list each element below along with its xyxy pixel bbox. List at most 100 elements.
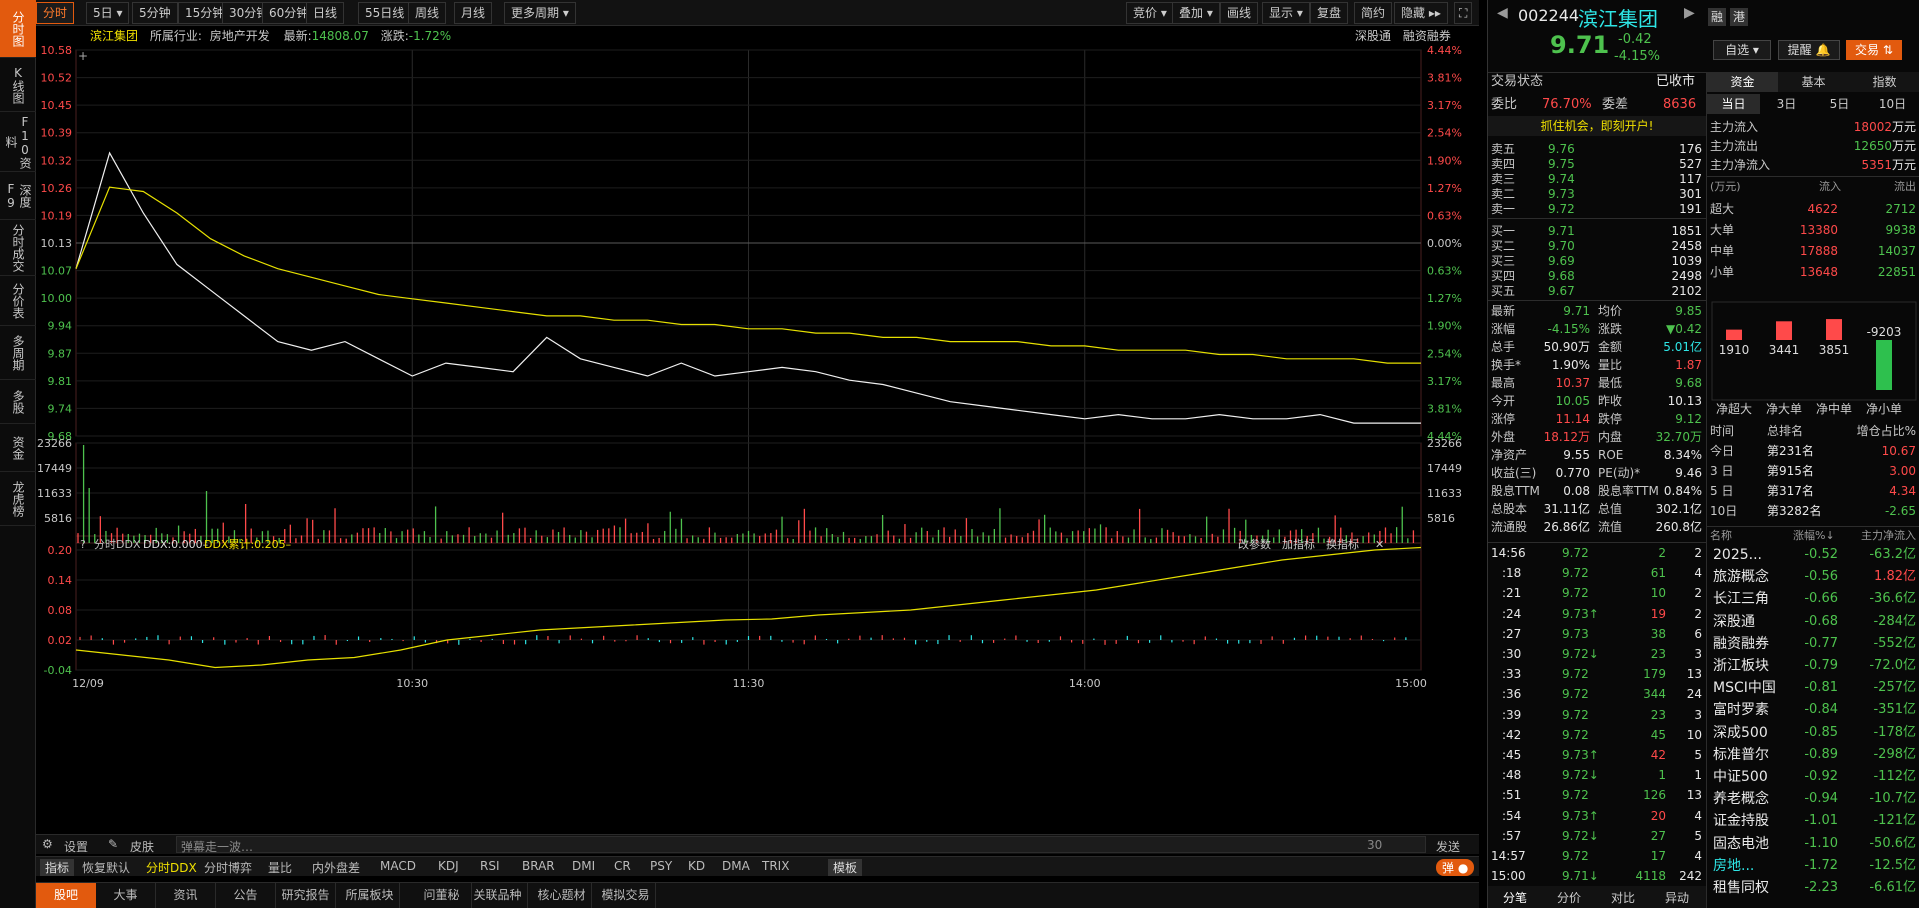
indicator-13[interactable]: KD bbox=[688, 859, 705, 873]
sector-name[interactable]: 标准普尔 bbox=[1713, 746, 1769, 764]
indicator-7[interactable]: KDJ bbox=[438, 859, 459, 873]
indicator-6[interactable]: MACD bbox=[380, 859, 416, 873]
next-stock-icon[interactable]: ▶ bbox=[1684, 5, 1695, 21]
sector-name[interactable]: 深股通 bbox=[1713, 613, 1755, 631]
toolbar-right-6[interactable]: 隐藏 ▸▸ bbox=[1394, 2, 1448, 24]
ddx-btn-2[interactable]: 换指标 bbox=[1326, 537, 1359, 551]
fund-period-0[interactable]: 当日 bbox=[1707, 94, 1760, 114]
tick-tab-0[interactable]: 分笔 bbox=[1488, 889, 1542, 906]
fund-period-1[interactable]: 3日 bbox=[1760, 94, 1813, 114]
sector-header[interactable]: 名称 bbox=[1710, 527, 1732, 545]
gear-icon[interactable]: ⚙ bbox=[42, 837, 53, 851]
sidebar-item-5[interactable]: 分价表 bbox=[0, 276, 36, 326]
sector-name[interactable]: 旅游概念 bbox=[1713, 568, 1769, 586]
sidebar-item-7[interactable]: 多股 bbox=[0, 380, 36, 424]
ddx-btn-0[interactable]: 改参数 bbox=[1238, 537, 1271, 551]
indicator-16[interactable]: 模板 bbox=[828, 859, 863, 876]
indicator-9[interactable]: BRAR bbox=[522, 859, 555, 873]
open-account-ad[interactable]: 抓住机会，即刻开户! bbox=[1488, 116, 1706, 136]
fund-period-2[interactable]: 5日 bbox=[1813, 94, 1866, 114]
crosshair-plus-icon[interactable]: + bbox=[78, 49, 88, 63]
indicator-15[interactable]: TRIX bbox=[762, 859, 789, 873]
sector-name[interactable]: 中证500 bbox=[1713, 768, 1768, 786]
intraday-chart[interactable]: 10.58 4.44% 10.52 3.81% 10.45 3.17% 10.39 2.54%… bbox=[36, 44, 1479, 834]
period-tab-9[interactable]: 月线 bbox=[454, 2, 493, 24]
toolbar-right-2[interactable]: 画线 bbox=[1220, 2, 1259, 24]
sidebar-item-2[interactable]: F10资料 bbox=[0, 112, 36, 172]
industry-value[interactable]: 房地产开发 bbox=[210, 29, 270, 43]
sidebar-item-4[interactable]: 分时成交 bbox=[0, 220, 36, 276]
indicator-11[interactable]: CR bbox=[614, 859, 631, 873]
trade-button[interactable]: 交易 ⇅ bbox=[1846, 40, 1902, 60]
info-tab-2[interactable]: 资讯 bbox=[156, 883, 216, 908]
period-tab-10[interactable]: 更多周期 ▾ bbox=[504, 2, 576, 24]
sector-name[interactable]: 房地... bbox=[1713, 857, 1754, 875]
sidebar-item-9[interactable]: 龙虎榜 bbox=[0, 472, 36, 526]
add-favorite-button[interactable]: 自选 ▾ bbox=[1713, 40, 1771, 60]
info-tab-3[interactable]: 公告 bbox=[216, 883, 276, 908]
sector-name[interactable]: 融资融券 bbox=[1713, 635, 1769, 653]
sidebar-item-0[interactable]: 分时图 bbox=[0, 0, 36, 58]
sidebar-item-1[interactable]: K线图 bbox=[0, 58, 36, 112]
toolbar-right-3[interactable]: 显示 ▾ bbox=[1262, 2, 1310, 24]
skin-button[interactable]: 皮肤 bbox=[130, 838, 154, 855]
period-tab-1[interactable]: 5日 ▾ bbox=[86, 2, 130, 24]
fund-period-3[interactable]: 10日 bbox=[1866, 94, 1919, 114]
alert-button[interactable]: 提醒 🔔 bbox=[1778, 40, 1840, 60]
sector-header[interactable]: 涨幅%↓ bbox=[1793, 527, 1835, 545]
indicator-1[interactable]: 恢复默认 bbox=[82, 859, 130, 876]
indicator-0[interactable]: 指标 bbox=[40, 859, 75, 876]
danmu-toggle[interactable]: 弹 ● bbox=[1436, 859, 1475, 876]
period-tab-2[interactable]: 5分钟 bbox=[132, 2, 178, 24]
indicator-5[interactable]: 内外盘差 bbox=[312, 859, 360, 876]
fund-tab-1[interactable]: 基本 bbox=[1778, 72, 1849, 92]
prev-stock-icon[interactable]: ◀ bbox=[1497, 5, 1508, 21]
period-tab-6[interactable]: 日线 bbox=[306, 2, 345, 24]
ddx-help-icon[interactable]: ? bbox=[80, 538, 86, 551]
sector-name[interactable]: 租售同权 bbox=[1713, 879, 1769, 897]
tick-tab-3[interactable]: 异动 bbox=[1650, 889, 1704, 906]
sector-name[interactable]: 2025... bbox=[1713, 546, 1762, 564]
sector-name[interactable]: 浙江板块 bbox=[1713, 657, 1769, 675]
indicator-3[interactable]: 分时博弈 bbox=[204, 859, 252, 876]
period-tab-0[interactable]: 分时 bbox=[36, 2, 75, 24]
toolbar-right-5[interactable]: 简约 bbox=[1354, 2, 1393, 24]
sector-name[interactable]: 深成500 bbox=[1713, 724, 1768, 742]
indicator-2[interactable]: 分时DDX bbox=[146, 859, 197, 876]
sector-name[interactable]: 富时罗素 bbox=[1713, 701, 1769, 719]
sector-name[interactable]: 长江三角 bbox=[1713, 590, 1769, 608]
skin-icon[interactable]: ✎ bbox=[108, 837, 118, 851]
info-tab-4[interactable]: 研究报告 bbox=[276, 883, 336, 908]
tick-tab-2[interactable]: 对比 bbox=[1596, 889, 1650, 906]
danmu-input[interactable]: 弹幕走一波… 30 bbox=[176, 836, 1426, 854]
indicator-12[interactable]: PSY bbox=[650, 859, 672, 873]
info-tab-9[interactable]: 模拟交易 bbox=[596, 883, 656, 908]
period-tab-8[interactable]: 周线 bbox=[408, 2, 447, 24]
sector-name[interactable]: MSCI中国 bbox=[1713, 679, 1776, 697]
sector-name[interactable]: 固态电池 bbox=[1713, 835, 1769, 853]
sector-name[interactable]: 养老概念 bbox=[1713, 790, 1769, 808]
toolbar-right-1[interactable]: 叠加 ▾ bbox=[1172, 2, 1220, 24]
indicator-14[interactable]: DMA bbox=[722, 859, 750, 873]
toolbar-right-4[interactable]: 复盘 bbox=[1310, 2, 1349, 24]
fund-tab-0[interactable]: 资金 bbox=[1707, 72, 1778, 92]
sidebar-item-3[interactable]: 深度F9 bbox=[0, 172, 36, 220]
info-tab-1[interactable]: 大事 bbox=[96, 883, 156, 908]
indicator-8[interactable]: RSI bbox=[480, 859, 500, 873]
indicator-10[interactable]: DMI bbox=[572, 859, 595, 873]
sidebar-item-8[interactable]: 资金 bbox=[0, 424, 36, 472]
margin-link[interactable]: 融资融券 bbox=[1403, 29, 1451, 43]
info-tab-8[interactable]: 核心题材 bbox=[532, 883, 592, 908]
info-tab-7[interactable]: 关联品种 bbox=[468, 883, 528, 908]
sector-header[interactable]: 主力净流入 bbox=[1861, 527, 1916, 545]
info-tab-5[interactable]: 所属板块 bbox=[340, 883, 400, 908]
period-tab-7[interactable]: 55日线 bbox=[358, 2, 412, 24]
info-tab-6[interactable]: 问董秘 bbox=[412, 883, 472, 908]
fullscreen-icon[interactable]: ⛶ bbox=[1454, 2, 1473, 24]
send-button[interactable]: 发送 bbox=[1436, 838, 1460, 855]
info-tab-0[interactable]: 股吧 bbox=[36, 883, 96, 908]
tick-tab-1[interactable]: 分价 bbox=[1542, 889, 1596, 906]
sgt-link[interactable]: 深股通 bbox=[1355, 29, 1391, 43]
sidebar-item-6[interactable]: 多周期 bbox=[0, 326, 36, 380]
toolbar-right-0[interactable]: 竞价 ▾ bbox=[1126, 2, 1174, 24]
